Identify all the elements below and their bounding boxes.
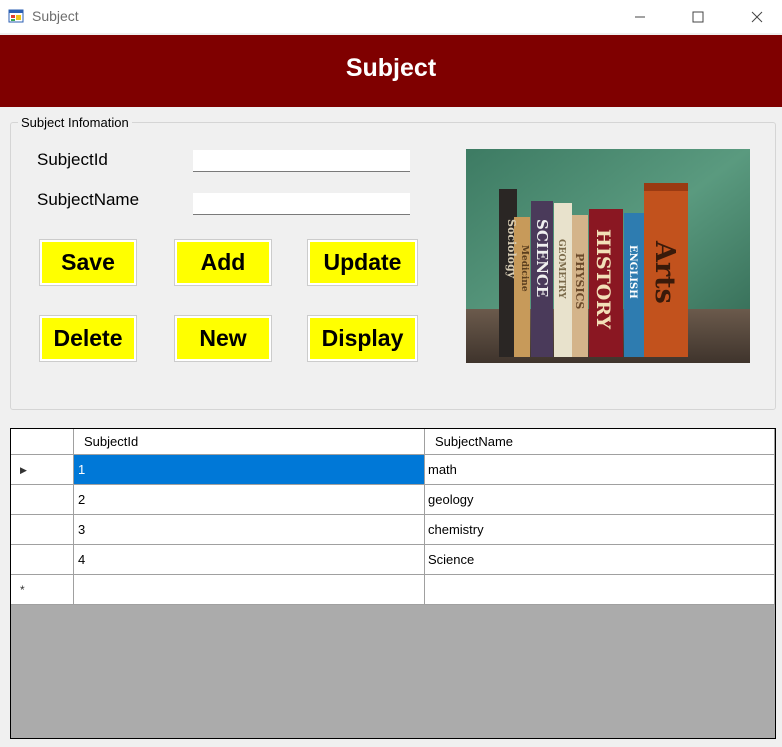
add-button[interactable]: Add [174,239,272,286]
header-banner: Subject [0,35,782,107]
subject-id-input[interactable] [193,150,410,172]
subject-name-label: SubjectName [37,190,140,209]
book-title-sociology: Sociology [505,219,518,279]
cell-subject-name[interactable]: chemistry [425,515,775,545]
book-title-english: ENGLISH [627,245,638,299]
current-row-arrow-icon: ▶ [20,465,27,475]
cell-subject-name[interactable] [425,575,775,605]
cell-subject-name[interactable]: Science [425,545,775,575]
maximize-button[interactable] [675,0,721,33]
row-header[interactable] [11,515,74,545]
maximize-icon [692,11,704,22]
close-icon [751,11,763,22]
display-button[interactable]: Display [307,315,418,362]
minimize-icon [635,16,645,17]
book-title-science: SCIENCE [533,219,551,297]
page-title: Subject [345,53,437,82]
row-header[interactable]: ▶ [11,455,74,485]
window-titlebar: Subject [0,0,782,33]
new-button[interactable]: New [174,315,272,362]
table-row[interactable]: 4 Science [11,545,775,575]
cell-subject-id[interactable] [74,575,425,605]
table-row[interactable]: ▶ 1 math [11,455,775,485]
table-row[interactable]: 2 geology [11,485,775,515]
subject-id-label: SubjectId [37,150,108,169]
subjects-grid[interactable]: SubjectId SubjectName ▶ 1 math 2 geology… [10,428,776,739]
book-title-medicine: Medicine [519,245,529,292]
cell-subject-id[interactable]: 2 [74,485,425,515]
books-image: Sociology Medicine SCIENCE GEOMETRY PHYS… [466,149,750,363]
cell-subject-name[interactable]: geology [425,485,775,515]
cell-subject-id[interactable]: 3 [74,515,425,545]
row-header[interactable] [11,485,74,515]
column-header-subject-id[interactable]: SubjectId [74,429,425,455]
row-header[interactable] [11,545,74,575]
book-title-geometry: GEOMETRY [556,239,566,299]
book-title-history: HISTORY [592,229,614,329]
book-title-physics: PHYSICS [573,253,586,309]
new-row[interactable]: * [11,575,775,605]
close-button[interactable] [734,0,780,33]
groupbox-label: Subject Infomation [18,115,132,130]
save-button[interactable]: Save [39,239,137,286]
window-title: Subject [32,8,79,24]
column-header-subject-name[interactable]: SubjectName [425,429,775,455]
app-icon [8,9,24,23]
cell-subject-id[interactable]: 1 [74,455,425,485]
row-header[interactable]: * [11,575,74,605]
update-button[interactable]: Update [307,239,418,286]
new-row-asterisk-icon: * [20,583,25,597]
delete-button[interactable]: Delete [39,315,137,362]
cell-subject-id[interactable]: 4 [74,545,425,575]
cell-subject-name[interactable]: math [425,455,775,485]
grid-header-corner [11,429,74,455]
book-title-arts: Arts [649,240,680,304]
minimize-button[interactable] [617,0,663,33]
table-row[interactable]: 3 chemistry [11,515,775,545]
subject-name-input[interactable] [193,193,410,215]
